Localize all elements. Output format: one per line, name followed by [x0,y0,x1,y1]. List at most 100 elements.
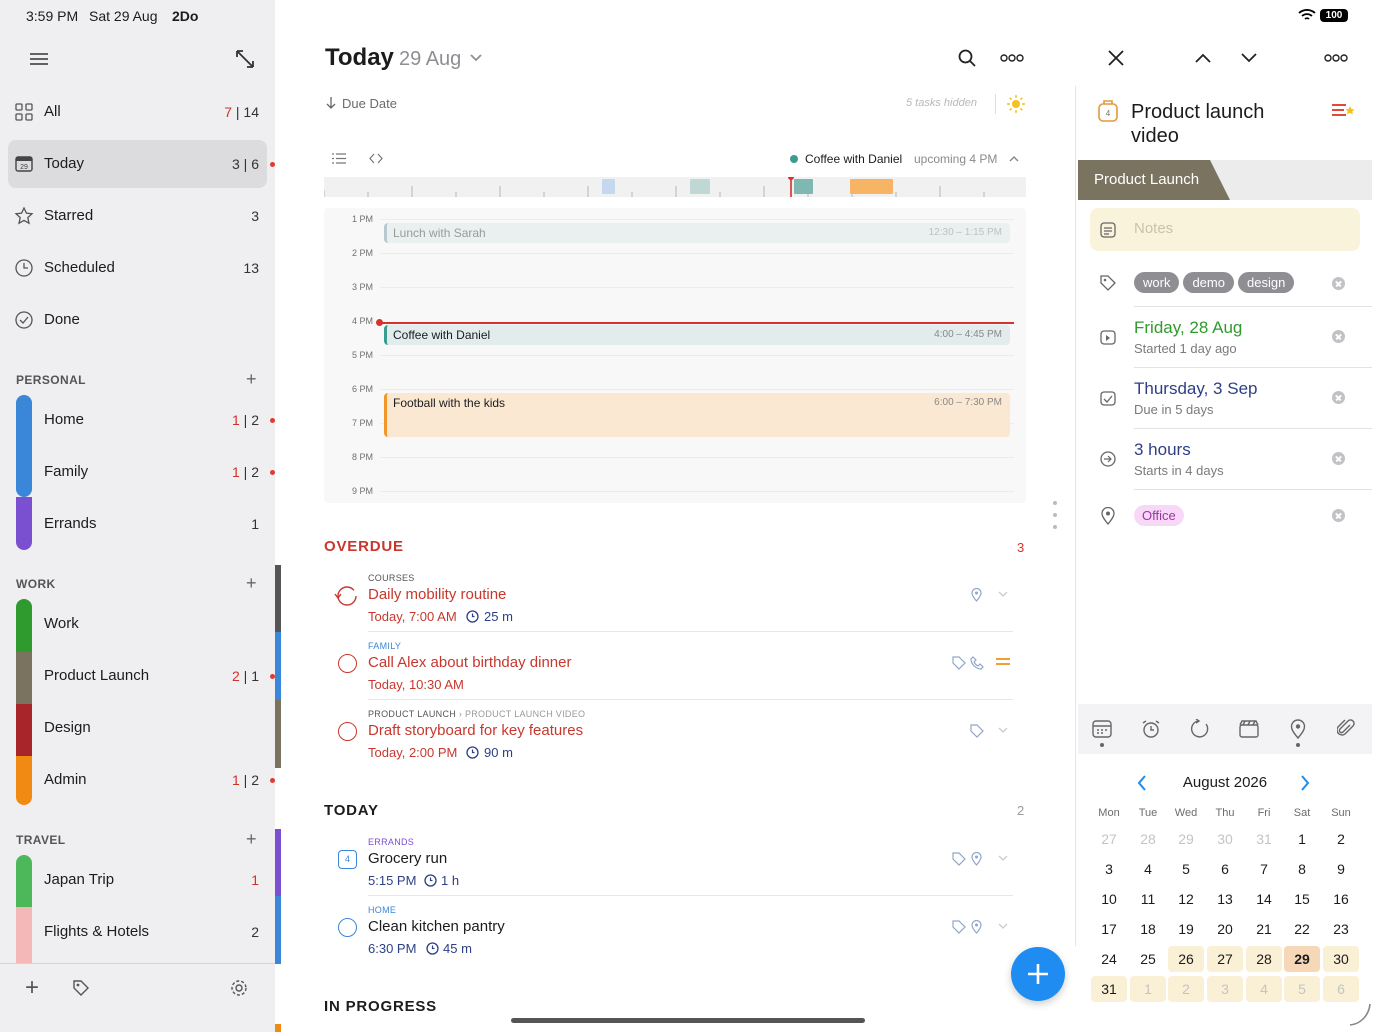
calendar-day[interactable]: 13 [1207,886,1243,912]
project-task-icon[interactable]: 4 [1098,100,1118,122]
calendar-day[interactable]: 17 [1091,916,1127,942]
calendar-day[interactable]: 24 [1091,946,1127,972]
add-list-work-button[interactable]: + [246,574,257,592]
close-icon[interactable] [1108,50,1124,66]
calendar-icon[interactable] [1092,719,1112,739]
calendar-day[interactable]: 12 [1168,886,1204,912]
tag-icon[interactable] [72,979,90,997]
task-title[interactable]: Daily mobility routine [368,586,506,603]
calendar-day[interactable]: 1 [1130,976,1166,1002]
calendar-day[interactable]: 5 [1168,856,1204,882]
calendar-day[interactable]: 7 [1246,856,1282,882]
sort-label[interactable]: Due Date [342,96,397,111]
more-icon[interactable] [1324,53,1348,63]
sidebar-item-product-launch[interactable]: Product Launch 2 | 1 [0,650,275,702]
sidebar-item-starred[interactable]: Starred 3 [0,190,275,242]
chevron-down-icon[interactable] [998,923,1008,930]
calendar-day[interactable]: 3 [1091,856,1127,882]
clear-duration-button[interactable] [1332,452,1345,465]
sidebar-item-flights-hotels[interactable]: Flights & Hotels 2 [0,906,275,958]
sidebar-item-scheduled[interactable]: Scheduled 13 [0,242,275,294]
tag-chip[interactable]: work [1134,272,1180,293]
calendar-day[interactable]: 23 [1323,916,1359,942]
calendar-day[interactable]: 2 [1168,976,1204,1002]
calendar-day[interactable]: 9 [1323,856,1359,882]
calendar-day[interactable]: 25 [1130,946,1166,972]
calendar-day[interactable]: 19 [1168,916,1204,942]
calendar-day[interactable]: 3 [1207,976,1243,1002]
add-button[interactable]: + [25,976,39,1000]
calendar-day[interactable]: 22 [1284,916,1320,942]
task-checkbox[interactable] [338,918,357,937]
priority-star-icon[interactable] [1332,103,1356,119]
calendar-day[interactable]: 20 [1207,916,1243,942]
calendar-day[interactable]: 28 [1246,946,1282,972]
home-indicator[interactable] [511,1018,865,1023]
calendar-day[interactable]: 30 [1207,826,1243,852]
search-icon[interactable] [958,49,976,67]
event-football[interactable]: Football with the kids 6:00 – 7:30 PM [384,393,1010,437]
calendar-day[interactable]: 21 [1246,916,1282,942]
task-detail-title[interactable]: Product launch video [1131,100,1264,148]
timeline-ruler[interactable] [324,177,1026,197]
calendar-day[interactable]: 27 [1207,946,1243,972]
tag-chip[interactable]: design [1237,272,1295,293]
calendar-day[interactable]: 28 [1130,826,1166,852]
notes-field[interactable]: Notes [1090,208,1360,251]
chevron-down-icon[interactable] [998,591,1008,598]
chevron-down-icon[interactable] [470,53,482,63]
location-chip[interactable]: Office [1134,505,1184,526]
calendar-day[interactable]: 6 [1207,856,1243,882]
sort-arrow-icon[interactable] [326,97,336,109]
calendar-day[interactable]: 1 [1284,826,1320,852]
calendar-day[interactable]: 29 [1168,826,1204,852]
calendar-day[interactable]: 29 [1284,946,1320,972]
add-list-travel-button[interactable]: + [246,830,257,848]
calendar-day[interactable]: 31 [1091,976,1127,1002]
event-coffee[interactable]: Coffee with Daniel 4:00 – 4:45 PM [384,325,1010,345]
start-date[interactable]: Friday, 28 Aug [1134,318,1242,338]
calendar-day[interactable]: 26 [1168,946,1204,972]
chevron-down-icon[interactable] [998,727,1008,734]
chevron-down-icon[interactable] [998,855,1008,862]
prev-month-icon[interactable] [1137,775,1147,791]
task-title[interactable]: Clean kitchen pantry [368,918,505,935]
task-title[interactable]: Grocery run [368,850,447,867]
clear-due-button[interactable] [1332,391,1345,404]
sidebar-item-japan-trip[interactable]: Japan Trip 1 [0,854,275,906]
repeat-icon[interactable] [1190,719,1210,739]
page-date[interactable]: 29 Aug [399,48,461,71]
calendar-day[interactable]: 18 [1130,916,1166,942]
calendar-day[interactable]: 6 [1323,976,1359,1002]
next-event-title[interactable]: Coffee with Daniel [805,152,902,166]
calendar-day[interactable]: 10 [1091,886,1127,912]
code-view-icon[interactable] [369,153,383,164]
attachment-icon[interactable] [1337,719,1355,739]
menu-icon[interactable] [30,52,48,66]
add-task-button[interactable] [1011,947,1065,1001]
task-checkbox[interactable] [338,654,357,673]
clear-start-button[interactable] [1332,330,1345,343]
project-tag[interactable]: Product Launch [1078,160,1230,200]
chevron-down-icon[interactable] [1241,53,1257,63]
task-title[interactable]: Draft storyboard for key features [368,722,583,739]
calendar-day[interactable]: 8 [1284,856,1320,882]
sidebar-item-done[interactable]: Done [0,294,275,346]
next-month-icon[interactable] [1300,775,1310,791]
calendar-day[interactable]: 31 [1246,826,1282,852]
resize-corner[interactable] [1349,1002,1371,1026]
chevron-up-icon[interactable] [1009,155,1019,162]
calendar-day[interactable]: 14 [1246,886,1282,912]
duration[interactable]: 3 hours [1134,440,1191,460]
chevron-up-icon[interactable] [1195,53,1211,63]
calendar-day[interactable]: 4 [1130,856,1166,882]
tag-chip[interactable]: demo [1183,272,1234,293]
event-lunch[interactable]: Lunch with Sarah 12:30 – 1:15 PM [384,223,1010,243]
sidebar-item-all[interactable]: All 7 | 14 [0,86,275,138]
sidebar-item-family[interactable]: Family 1 | 2 [0,446,275,498]
sidebar-item-design[interactable]: Design [0,702,275,754]
sidebar-item-work[interactable]: Work [0,598,275,650]
expand-icon[interactable] [235,49,255,69]
calendar-day[interactable]: 15 [1284,886,1320,912]
list-view-icon[interactable] [332,153,346,164]
